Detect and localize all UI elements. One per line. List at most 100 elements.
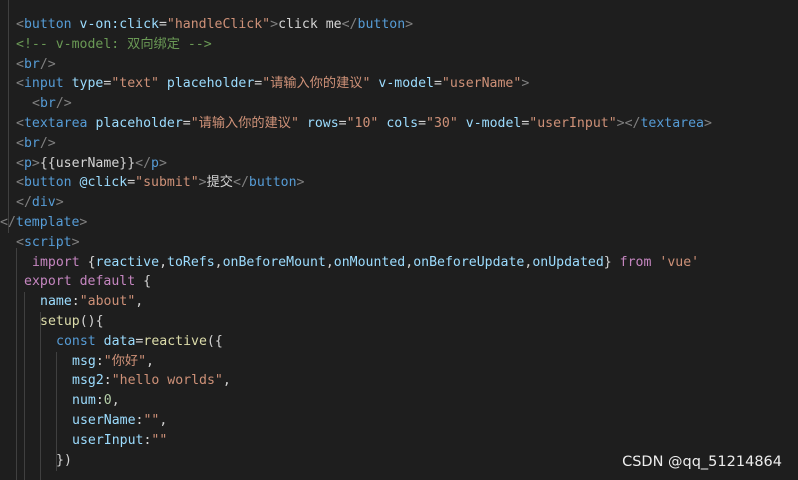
identifier: onBeforeMount [222, 254, 326, 270]
code-editor[interactable]: <button v-on:click="handleClick">click m… [0, 0, 798, 480]
code-line[interactable]: <br/> [16, 134, 56, 154]
string-literal: "请输入你的建议" [262, 76, 371, 92]
code-line[interactable]: }) [56, 451, 72, 471]
punctuation: /> [39, 135, 56, 151]
identifier: data [103, 333, 136, 349]
code-line[interactable]: userInput:"" [72, 431, 167, 451]
punctuation: </ [16, 195, 32, 211]
code-line[interactable]: <br/> [16, 55, 56, 75]
plain-text: click me [278, 17, 342, 32]
punctuation: ></ [616, 116, 641, 131]
code-line[interactable]: name:"about", [40, 292, 143, 312]
code-line[interactable]: <p>{{userName}}</p> [16, 154, 167, 174]
code-line[interactable]: <button v-on:click="handleClick">click m… [16, 15, 413, 35]
punctuation: > [405, 17, 414, 32]
keyword: from [619, 254, 652, 270]
code-line[interactable]: <script> [16, 233, 80, 253]
function-name: reactive [143, 333, 207, 349]
punctuation: < [16, 175, 24, 191]
code-line[interactable]: <button @click="submit">提交</button> [16, 173, 304, 193]
tag-name: textarea [23, 116, 88, 131]
code-line[interactable]: export default { [24, 272, 151, 292]
plain-text: , [159, 413, 168, 428]
string-literal: "请输入你的建议" [190, 116, 299, 131]
punctuation: < [16, 234, 24, 250]
attribute-name: placeholder [166, 76, 255, 92]
code-line[interactable]: <br/> [32, 94, 72, 114]
plain-text: } [603, 254, 620, 270]
punctuation: > [31, 155, 40, 171]
code-line[interactable]: <!-- v-model: 双向绑定 --> [16, 35, 212, 55]
string-literal: "userName" [441, 76, 522, 92]
indent-guide [24, 292, 25, 480]
code-line[interactable]: <textarea placeholder="请输入你的建议" rows="10… [16, 114, 712, 134]
punctuation: < [32, 96, 40, 112]
plain-text [458, 116, 466, 131]
plain-text: , [146, 353, 154, 369]
attribute-name: rows [306, 116, 339, 131]
plain-text: }) [56, 452, 72, 468]
plain-text: = [158, 17, 167, 32]
code-line[interactable]: num:0, [72, 391, 120, 411]
code-line[interactable]: userName:"", [72, 411, 167, 431]
punctuation: < [16, 17, 24, 32]
string-literal: "" [151, 432, 168, 448]
attribute-name: @click [79, 175, 128, 191]
identifier: msg2 [72, 373, 104, 389]
attribute-name: v-model [378, 76, 434, 92]
punctuation: < [16, 116, 24, 131]
plain-text: , [159, 254, 168, 270]
attribute-name: type [71, 76, 104, 92]
comment: <!-- v-model: 双向绑定 --> [16, 36, 212, 52]
keyword: export [24, 274, 72, 290]
punctuation: < [16, 56, 24, 72]
keyword: const [56, 333, 96, 349]
tag-name: template [15, 215, 80, 230]
plain-text [72, 274, 80, 289]
plain-text: = [182, 116, 191, 131]
punctuation: > [198, 175, 207, 191]
tag-name: textarea [640, 116, 704, 131]
identifier: msg [72, 353, 96, 369]
plain-text: = [127, 175, 136, 191]
punctuation: < [16, 76, 24, 92]
identifier: onMounted [333, 254, 406, 270]
code-line[interactable]: <input type="text" placeholder="请输入你的建议"… [16, 74, 529, 94]
string-literal: "handleClick" [166, 17, 271, 32]
code-line[interactable]: const data=reactive({ [56, 332, 223, 352]
code-line[interactable]: </div> [16, 193, 64, 213]
plain-text: = [338, 116, 347, 131]
string-literal: "30" [426, 116, 458, 131]
tag-name: div [31, 195, 56, 211]
plain-text [72, 175, 80, 190]
plain-text: , [111, 393, 120, 409]
code-line[interactable]: msg2:"hello worlds", [72, 371, 231, 391]
attribute-name: placeholder [95, 116, 183, 131]
indent-guide [8, 0, 9, 233]
code-line[interactable]: msg:"你好", [72, 352, 154, 372]
string-literal: "10" [346, 116, 379, 131]
plain-text: , [405, 254, 414, 270]
code-line[interactable]: </template> [0, 213, 87, 233]
code-line[interactable]: import {reactive,toRefs,onBeforeMount,on… [32, 253, 699, 273]
punctuation: > [79, 215, 88, 230]
punctuation: > [521, 76, 530, 92]
punctuation: </ [341, 17, 358, 32]
plain-text: : [71, 294, 80, 310]
punctuation: </ [0, 215, 16, 230]
plain-text: , [222, 373, 231, 389]
plain-text [64, 76, 72, 91]
plain-text: { [135, 274, 152, 290]
indent-guide [40, 312, 41, 480]
attribute-name: cols [386, 116, 419, 131]
tag-name: p [151, 155, 159, 171]
punctuation: > [704, 116, 712, 131]
function-name: setup [40, 314, 80, 329]
tag-name: button [23, 175, 72, 191]
plain-text: : [95, 353, 104, 369]
identifier: num [72, 393, 96, 409]
tag-name: button [248, 175, 297, 191]
plain-text: = [433, 76, 442, 92]
string-literal: "你好" [103, 353, 147, 369]
code-line[interactable]: setup(){ [40, 312, 104, 332]
